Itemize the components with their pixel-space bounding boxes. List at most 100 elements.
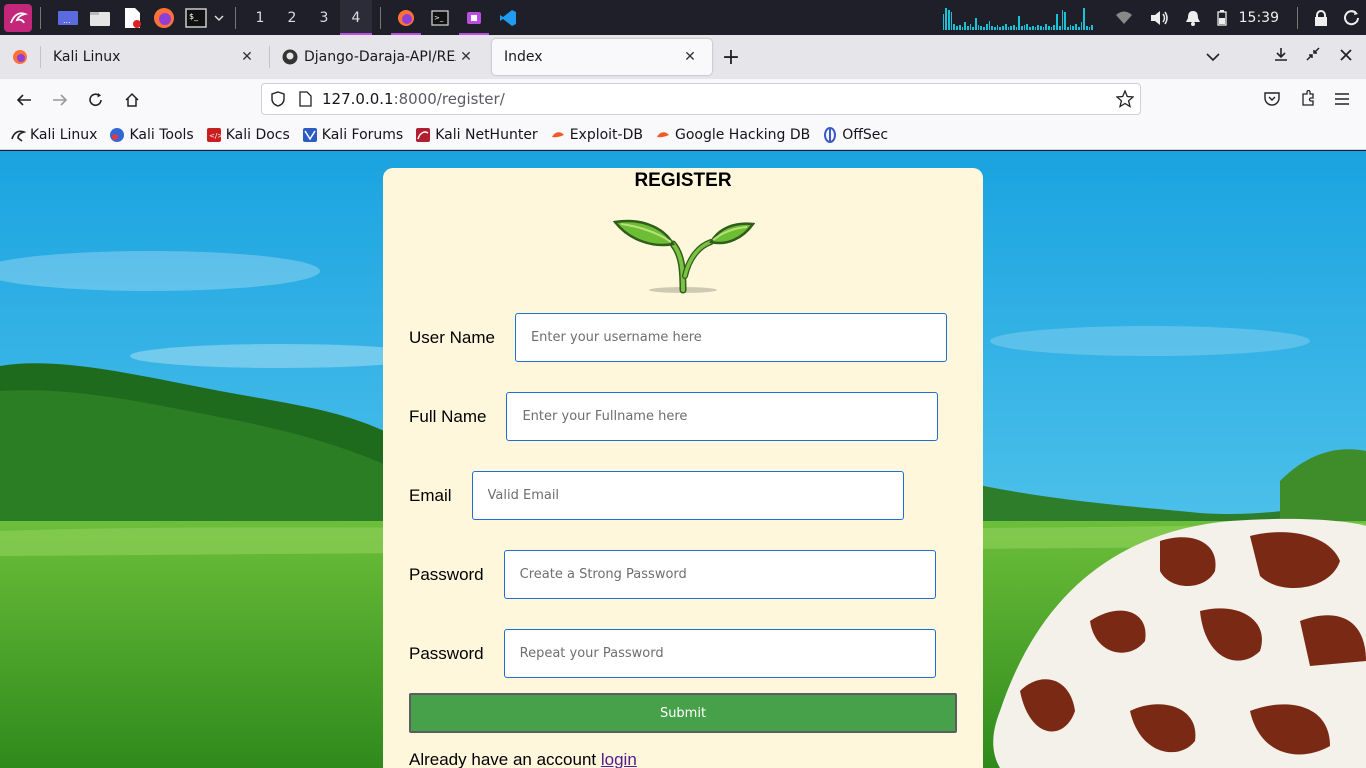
- cpu-graph-bar: [942, 13, 945, 30]
- bookmark-offsec[interactable]: OffSec: [822, 126, 888, 143]
- login-link[interactable]: login: [601, 750, 637, 768]
- cpu-graph-bar: [1042, 26, 1045, 30]
- text-editor-icon[interactable]: [119, 5, 145, 31]
- cpu-graph-bar: [985, 23, 988, 30]
- cpu-graph-bar: [1021, 25, 1023, 30]
- username-row: User Name: [409, 313, 947, 362]
- close-icon[interactable]: ✕: [456, 47, 476, 67]
- back-arrow-icon[interactable]: [8, 84, 40, 116]
- cpu-graph-bar: [1012, 24, 1015, 30]
- cpu-graph-bar: [950, 11, 953, 30]
- bookmark-kali-docs[interactable]: </> Kali Docs: [206, 127, 290, 143]
- svg-text:</>: </>: [209, 132, 222, 140]
- cpu-graph-bar: [1034, 26, 1037, 30]
- cpu-graph-bar: [1064, 11, 1066, 30]
- download-icon[interactable]: [1274, 46, 1288, 65]
- bookmark-kali-nethunter[interactable]: Kali NetHunter: [415, 127, 538, 143]
- reload-icon[interactable]: [80, 84, 112, 116]
- password-row: Password: [409, 550, 936, 599]
- file-manager-icon[interactable]: [87, 5, 113, 31]
- home-icon[interactable]: [116, 84, 148, 116]
- terminal-icon[interactable]: $_: [183, 5, 209, 31]
- notification-bell-icon[interactable]: [1185, 0, 1201, 35]
- kali-menu-icon[interactable]: [4, 3, 32, 32]
- cpu-graph-bar: [1069, 24, 1072, 30]
- taskbar-app-window[interactable]: [457, 0, 491, 35]
- page-info-icon[interactable]: [298, 91, 312, 107]
- confirm-password-input[interactable]: [503, 629, 936, 678]
- chevron-down-icon[interactable]: [211, 5, 227, 31]
- page-viewport: REGISTER User Name Full Name Email Passw…: [0, 151, 1366, 768]
- bookmark-exploit-db[interactable]: Exploit-DB: [550, 127, 643, 143]
- cpu-graph-bar: [1002, 25, 1004, 30]
- bookmark-label: Kali Docs: [225, 126, 290, 143]
- volume-icon[interactable]: [1149, 0, 1169, 35]
- bookmark-label: Exploit-DB: [569, 126, 643, 143]
- tab-label: Kali Linux: [53, 49, 121, 65]
- cpu-graph-bar: [1066, 26, 1069, 30]
- tab-kali-linux[interactable]: Kali Linux ✕: [41, 39, 269, 75]
- cpu-graph-bar: [999, 26, 1002, 30]
- fullname-label: Full Name: [409, 406, 487, 426]
- cpu-graph-bar: [1085, 25, 1088, 30]
- tab-django-daraja[interactable]: Django-Daraja-API/READI ✕: [270, 39, 488, 75]
- tab-index[interactable]: Index ✕: [492, 39, 712, 75]
- network-icon[interactable]: [1115, 0, 1133, 35]
- submit-button[interactable]: Submit: [409, 693, 957, 733]
- bookmark-google-hacking-db[interactable]: Google Hacking DB: [655, 127, 810, 143]
- restore-window-icon[interactable]: [1306, 46, 1320, 65]
- power-icon[interactable]: [1344, 0, 1360, 35]
- bookmark-kali-tools[interactable]: Kali Tools: [109, 126, 194, 143]
- email-input[interactable]: [471, 471, 904, 520]
- forward-arrow-icon[interactable]: [44, 84, 76, 116]
- already-have-account-text: Already have an account: [409, 750, 597, 768]
- cpu-graph-bar: [1088, 26, 1091, 30]
- password-input[interactable]: [503, 550, 936, 599]
- close-icon[interactable]: ✕: [680, 47, 700, 67]
- firefox-view-icon[interactable]: [0, 49, 40, 65]
- battery-icon[interactable]: [1216, 0, 1227, 35]
- workspace-1[interactable]: 1: [244, 0, 276, 35]
- show-desktop-icon[interactable]: ...: [55, 5, 81, 31]
- extensions-puzzle-icon[interactable]: [1300, 89, 1316, 110]
- clock[interactable]: 15:39: [1239, 10, 1279, 26]
- cpu-graph-bar: [1004, 23, 1007, 30]
- cpu-graph-bar: [1083, 7, 1085, 30]
- hamburger-menu-icon[interactable]: [1334, 91, 1350, 110]
- address-bar[interactable]: 127.0.0.1:8000/register/: [261, 83, 1141, 115]
- cpu-graph-bar: [980, 25, 983, 30]
- google-hacking-db-icon: [655, 127, 671, 143]
- cpu-graph-bar: [1058, 25, 1061, 30]
- taskbar-firefox-window[interactable]: [389, 0, 423, 35]
- cpu-graph-bar: [948, 9, 950, 30]
- fullname-row: Full Name: [409, 392, 939, 441]
- fullname-input[interactable]: [506, 392, 939, 441]
- list-all-tabs-chevron-icon[interactable]: [1206, 47, 1220, 66]
- bookmark-kali-linux[interactable]: Kali Linux: [10, 127, 97, 143]
- pocket-icon[interactable]: [1264, 90, 1280, 110]
- bookmark-label: Kali Tools: [129, 126, 194, 143]
- workspace-2[interactable]: 2: [276, 0, 308, 35]
- bookmark-star-icon[interactable]: [1116, 90, 1134, 108]
- close-window-icon[interactable]: [1340, 46, 1352, 65]
- cpu-usage-graph: [942, 6, 1094, 30]
- bookmark-kali-forums[interactable]: Kali Forums: [302, 127, 403, 143]
- tracking-protection-shield-icon[interactable]: [270, 91, 286, 107]
- close-icon[interactable]: ✕: [237, 47, 257, 67]
- svg-text:>_: >_: [434, 14, 444, 22]
- workspace-3[interactable]: 3: [308, 0, 340, 35]
- lock-screen-icon[interactable]: [1314, 0, 1328, 35]
- cpu-graph-bar: [988, 20, 991, 30]
- tab-label: Index: [504, 49, 543, 65]
- cpu-graph-bar: [1056, 13, 1058, 30]
- username-input[interactable]: [514, 313, 947, 362]
- workspace-4[interactable]: 4: [340, 0, 372, 35]
- cpu-graph-bar: [1072, 25, 1075, 30]
- taskbar-separator: [380, 6, 381, 29]
- cpu-graph-bar: [1048, 25, 1050, 30]
- firefox-icon[interactable]: [151, 5, 177, 31]
- taskbar-vscode-window[interactable]: [491, 0, 525, 35]
- browser-nav-bar: 127.0.0.1:8000/register/: [0, 79, 1366, 120]
- taskbar-terminal-window[interactable]: >_: [423, 0, 457, 35]
- new-tab-plus-icon[interactable]: +: [712, 39, 750, 75]
